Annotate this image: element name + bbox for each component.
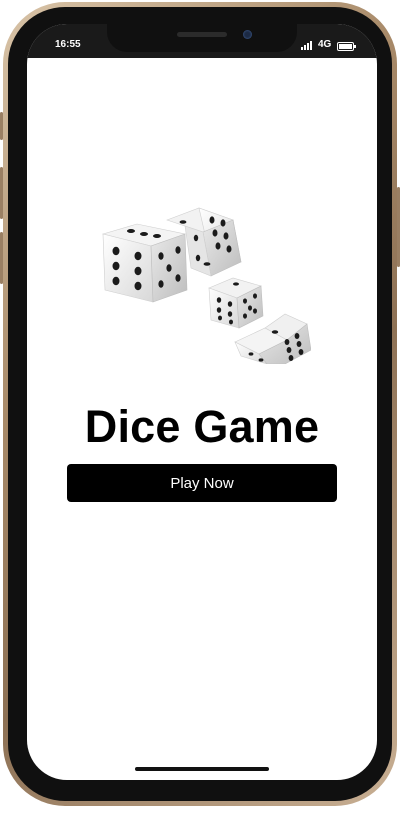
battery-level — [339, 44, 352, 49]
silent-switch — [0, 112, 3, 140]
status-time: 16:55 — [55, 39, 81, 50]
volume-down-button — [0, 232, 3, 284]
signal-bars-icon — [301, 41, 315, 50]
home-indicator[interactable] — [135, 767, 269, 771]
play-now-button[interactable]: Play Now — [67, 464, 337, 502]
power-button — [397, 187, 400, 267]
volume-up-button — [0, 167, 3, 219]
speaker — [177, 32, 227, 37]
dice-illustration — [101, 207, 311, 364]
app-screen: 16:55 4G Dice Game Play Now — [27, 24, 377, 780]
die-large — [101, 223, 188, 303]
front-camera — [243, 30, 252, 39]
network-type: 4G — [318, 39, 332, 50]
die-middle — [208, 277, 264, 329]
status-bar: 16:55 4G — [27, 24, 377, 58]
battery-icon — [337, 42, 356, 51]
page-title: Dice Game — [84, 401, 320, 452]
notch — [107, 24, 297, 52]
